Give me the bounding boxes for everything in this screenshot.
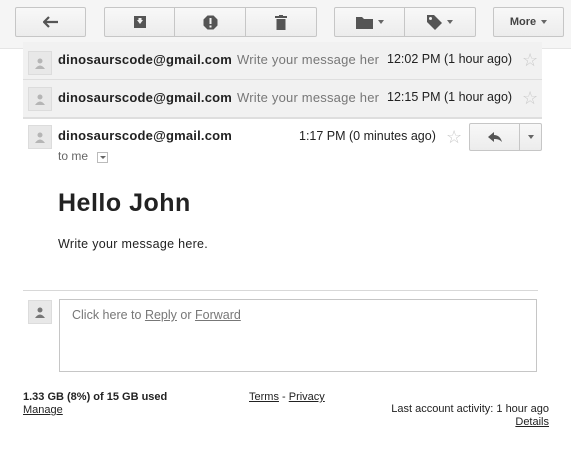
star-icon[interactable]: ☆ <box>522 89 538 107</box>
chevron-down-icon <box>99 156 106 159</box>
sender: dinosaurscode@gmail.com <box>58 52 233 67</box>
message-heading: Hello John <box>58 189 191 217</box>
terms-link[interactable]: Terms <box>249 391 279 403</box>
divider <box>23 290 538 291</box>
avatar <box>28 87 52 111</box>
thread-message-collapsed[interactable]: dinosaurscode@gmail.com Write your messa… <box>23 80 542 118</box>
avatar <box>28 51 52 75</box>
sender: dinosaurscode@gmail.com <box>58 90 233 105</box>
chevron-down-icon <box>377 20 384 24</box>
open-message: dinosaurscode@gmail.com 1:17 PM (0 minut… <box>23 118 542 290</box>
star-icon[interactable]: ☆ <box>522 51 538 69</box>
avatar <box>28 125 52 149</box>
recipients: to me <box>58 149 89 163</box>
person-icon <box>35 58 45 69</box>
account-activity: Last account activity: 1 hour ago Detail… <box>391 403 549 428</box>
person-icon <box>35 132 45 143</box>
archive-button[interactable] <box>104 7 175 37</box>
chevron-down-icon <box>541 20 548 24</box>
reply-prefix: Click here to <box>72 308 145 322</box>
message-more-button[interactable] <box>519 123 542 151</box>
person-icon <box>35 94 45 105</box>
separator: - <box>278 391 289 403</box>
thread-message-collapsed[interactable]: dinosaurscode@gmail.com Write your messa… <box>23 42 542 80</box>
archive-icon <box>133 16 146 28</box>
sender: dinosaurscode@gmail.com <box>58 128 233 143</box>
privacy-link[interactable]: Privacy <box>289 391 325 403</box>
reply-icon <box>487 131 502 142</box>
timestamp: 1:17 PM (0 minutes ago) <box>299 129 436 143</box>
show-details-button[interactable] <box>97 152 108 163</box>
labels-button[interactable] <box>405 7 476 37</box>
chevron-down-icon <box>447 20 453 24</box>
storage-info: 1.33 GB (8%) of 15 GB used Manage <box>23 391 167 416</box>
avatar <box>28 300 52 324</box>
report-spam-button[interactable] <box>175 7 246 37</box>
snippet: Write your message here. <box>237 52 379 67</box>
reply-or: or <box>176 308 195 322</box>
more-button[interactable]: More <box>493 7 564 37</box>
move-to-button[interactable] <box>334 7 405 37</box>
snippet: Write your message here. <box>237 90 379 105</box>
message-body: Write your message here. <box>58 237 209 251</box>
timestamp: 12:02 PM (1 hour ago) <box>387 52 513 66</box>
reply-box[interactable]: Click here to Reply or Forward <box>59 299 537 372</box>
folder-icon <box>355 16 373 29</box>
more-label: More <box>509 16 537 28</box>
reply-button[interactable] <box>469 123 520 151</box>
back-button[interactable] <box>15 7 86 37</box>
forward-link[interactable]: Forward <box>195 308 241 322</box>
delete-icon <box>275 14 287 30</box>
reply-prompt: Click here to Reply or Forward <box>72 308 241 322</box>
timestamp: 12:15 PM (1 hour ago) <box>387 90 513 104</box>
details-link[interactable]: Details <box>391 416 549 428</box>
storage-used: 1.33 GB (8%) of 15 GB used <box>23 391 168 403</box>
reply-link[interactable]: Reply <box>145 308 177 322</box>
legal-links: Terms - Privacy <box>249 391 325 403</box>
report-spam-icon <box>203 15 217 29</box>
activity-text: Last account activity: 1 hour ago <box>391 403 549 415</box>
label-icon <box>427 14 442 30</box>
manage-link[interactable]: Manage <box>23 404 167 416</box>
chevron-down-icon <box>527 135 534 139</box>
delete-button[interactable] <box>246 7 317 37</box>
person-icon <box>35 307 45 318</box>
star-icon[interactable]: ☆ <box>446 128 462 146</box>
back-arrow-icon <box>42 16 58 28</box>
